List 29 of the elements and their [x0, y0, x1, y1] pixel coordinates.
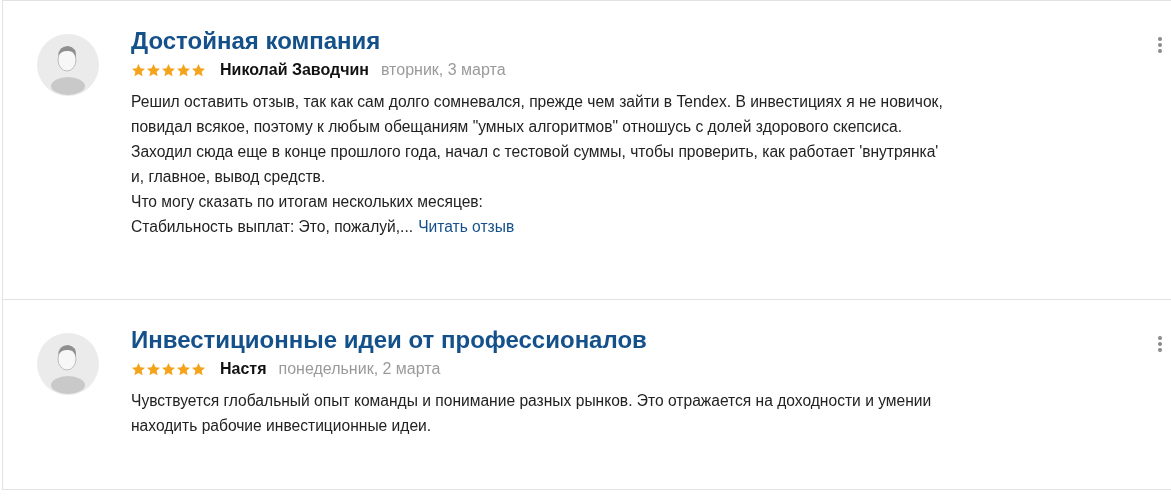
- review-title[interactable]: Инвестиционные идеи от профессионалов: [131, 324, 1157, 356]
- review-title[interactable]: Достойная компания: [131, 25, 1157, 57]
- review-text: Стабильность выплат: Это, пожалуй,...: [131, 218, 414, 235]
- author-name: Настя: [220, 359, 267, 379]
- review-text: Заходил сюда еще в конце прошлого года, начал с тестовой суммы, чтобы проверить, как работает 'внутрянка': [131, 143, 939, 160]
- star-icon: [161, 62, 176, 78]
- star-icon: [161, 361, 176, 377]
- more-options-icon[interactable]: [1157, 36, 1163, 54]
- star-icon: [146, 62, 161, 78]
- more-options-icon[interactable]: [1157, 335, 1163, 353]
- review-text: и, главное, вывод средств.: [131, 168, 326, 185]
- avatar-icon: [37, 333, 99, 395]
- review-text: Что могу сказать по итогам нескольких месяцев:: [131, 193, 483, 210]
- star-icon: [146, 361, 161, 377]
- star-icon: [176, 361, 191, 377]
- star-icon: [191, 62, 206, 78]
- review-text: Чувствуется глобальный опыт команды и понимание разных рынков. Это отражается на доходности и умении: [131, 392, 932, 409]
- star-icon: [131, 62, 146, 78]
- review-text: Решил оставить отзыв, так как сам долго сомневался, прежде чем зайти в Tendex. В инвестициях я не новичок,: [131, 93, 943, 110]
- star-icon: [191, 361, 206, 377]
- star-icon: [176, 62, 191, 78]
- review-text: находить рабочие инвестиционные идеи.: [131, 417, 432, 434]
- author-name: Николай Заводчин: [220, 60, 369, 80]
- read-more-link[interactable]: Читать отзыв: [418, 218, 515, 235]
- avatar-icon: [37, 34, 99, 96]
- star-icon: [131, 361, 146, 377]
- review-date: понедельник, 2 марта: [278, 359, 441, 379]
- review-date: вторник, 3 марта: [380, 60, 506, 80]
- review-text: повидал всякое, поэтому к любым обещаниям "умных алгоритмов" отношусь с долей здорового скепсиса.: [131, 118, 903, 135]
